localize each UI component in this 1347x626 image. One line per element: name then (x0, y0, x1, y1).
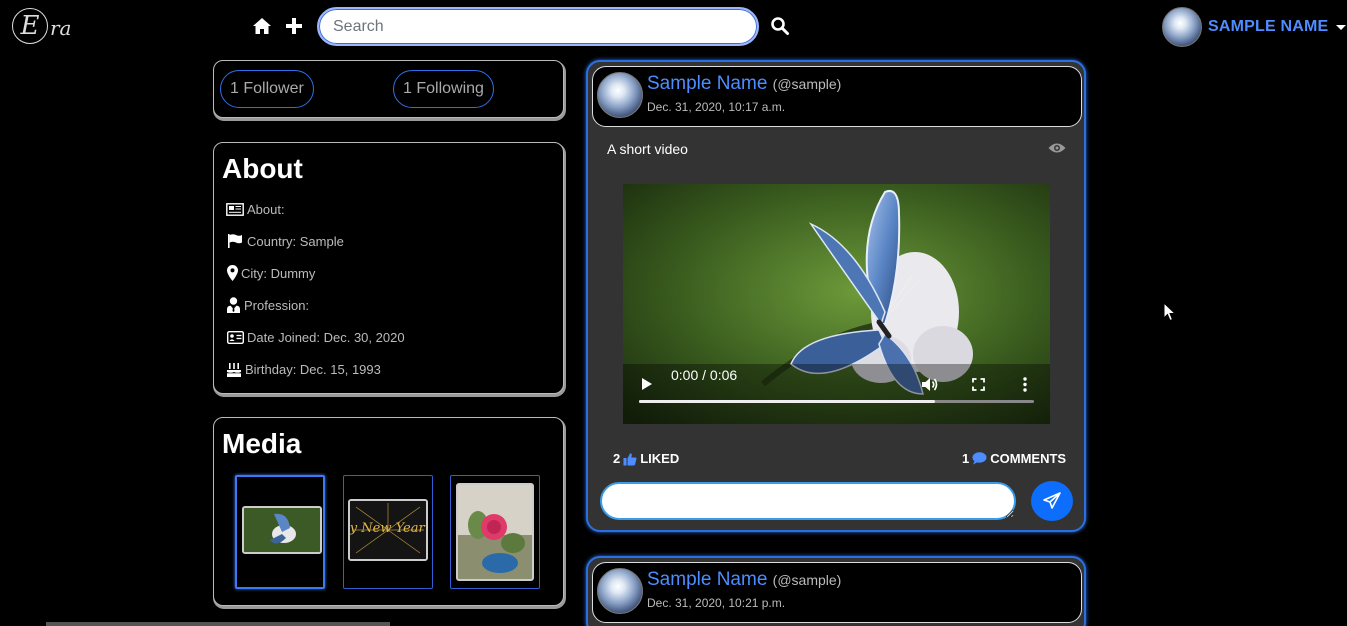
video-progress-bar[interactable] (639, 400, 1034, 403)
media-item-flower[interactable] (450, 475, 540, 589)
post-text: A short video (607, 141, 688, 157)
eye-icon[interactable] (1048, 142, 1066, 154)
about-text: Profession: (244, 297, 310, 313)
about-text: City: Dummy (241, 265, 316, 281)
about-text: Date Joined: Dec. 30, 2020 (247, 329, 405, 345)
happy-new-year-2021-thumbnail: Happy New Year 2021 (348, 499, 428, 561)
search-icon[interactable] (770, 16, 790, 36)
post-author-name[interactable]: Sample Name (647, 73, 767, 94)
logo[interactable]: E ra (10, 6, 80, 46)
about-row: City: Dummy (226, 263, 315, 283)
send-comment-button[interactable] (1031, 481, 1073, 521)
likes-label: LIKED (640, 451, 680, 466)
media-item-new-year[interactable]: Happy New Year 2021 (343, 475, 433, 589)
plus-icon[interactable] (284, 16, 304, 36)
post-header: Sample Name (@sample) Dec. 31, 2020, 10:… (592, 562, 1082, 623)
about-text: Birthday: Dec. 15, 1993 (245, 361, 381, 377)
user-tie-icon (226, 297, 241, 313)
more-options-icon[interactable] (1023, 377, 1027, 392)
about-text: About: (247, 201, 285, 217)
comments-number: 1 (962, 451, 970, 466)
id-card-icon (226, 329, 244, 345)
play-icon[interactable] (641, 377, 653, 391)
comment-icon (972, 452, 987, 465)
volume-icon[interactable] (921, 377, 939, 392)
about-row: Country: Sample (226, 231, 344, 251)
media-item-butterfly[interactable] (235, 475, 325, 589)
birthday-cake-icon (226, 361, 242, 377)
about-row: About: (226, 199, 285, 219)
video-time: 0:00 / 0:06 (671, 367, 738, 383)
home-icon[interactable] (252, 16, 272, 36)
user-name: SAMPLE NAME (1208, 18, 1329, 35)
caret-down-icon (1336, 24, 1347, 30)
comments-label: COMMENTS (990, 451, 1067, 466)
following-button[interactable]: 1 Following (393, 70, 494, 108)
about-row: Date Joined: Dec. 30, 2020 (226, 327, 405, 347)
about-row: Birthday: Dec. 15, 1993 (226, 359, 381, 379)
pink-flower-thumbnail (456, 483, 534, 581)
author-avatar[interactable] (597, 568, 643, 614)
video-player[interactable]: 0:00 / 0:06 (623, 184, 1050, 424)
post-author[interactable]: Sample Name (@sample) (647, 569, 841, 591)
about-card: About About: Country: Sample City: Dummy… (213, 142, 564, 394)
fullscreen-icon[interactable] (972, 378, 985, 391)
about-row: Profession: (226, 295, 309, 315)
map-marker-icon (226, 265, 238, 281)
post-card: Sample Name (@sample) Dec. 31, 2020, 10:… (586, 60, 1086, 532)
post-author-handle: (@sample) (772, 76, 842, 92)
post-card: Sample Name (@sample) Dec. 31, 2020, 10:… (586, 556, 1086, 626)
butterfly-thumbnail (242, 506, 322, 554)
post-author[interactable]: Sample Name (@sample) (647, 73, 841, 95)
media-card: Media Happy New Year 2021 (213, 417, 564, 606)
post-date: Dec. 31, 2020, 10:17 a.m. (647, 100, 786, 114)
thumbs-up-icon (623, 452, 637, 465)
post-author-name[interactable]: Sample Name (647, 569, 767, 590)
author-avatar[interactable] (597, 72, 643, 118)
follow-card: 1 Follower 1 Following (213, 60, 564, 118)
media-title: Media (222, 428, 302, 459)
post-author-handle: (@sample) (772, 572, 842, 588)
flag-icon (226, 233, 244, 249)
about-text: Country: Sample (247, 233, 344, 249)
post-date: Dec. 31, 2020, 10:21 p.m. (647, 596, 786, 610)
logo-suffix: ra (50, 16, 72, 40)
horizontal-scrollbar[interactable] (46, 622, 390, 626)
comment-input[interactable] (600, 482, 1016, 520)
navbar: E ra SAMPLE NAME (0, 0, 1347, 54)
post-header: Sample Name (@sample) Dec. 31, 2020, 10:… (592, 66, 1082, 127)
new-year-text: Happy New Year 2021 (350, 521, 426, 536)
likes-count[interactable]: 2 LIKED (613, 451, 679, 466)
mouse-cursor-icon (1163, 302, 1177, 322)
user-menu-dropdown[interactable]: SAMPLE NAME (1162, 6, 1347, 48)
paper-plane-icon (1043, 492, 1061, 509)
followers-button[interactable]: 1 Follower (220, 70, 314, 108)
video-progress-fill (639, 400, 936, 403)
about-title: About (222, 153, 303, 184)
likes-number: 2 (613, 451, 621, 466)
logo-letter: E (12, 8, 48, 44)
newspaper-icon (226, 201, 244, 217)
avatar (1162, 7, 1202, 47)
comments-count[interactable]: 1 COMMENTS (962, 451, 1066, 466)
search-input[interactable] (317, 7, 759, 46)
